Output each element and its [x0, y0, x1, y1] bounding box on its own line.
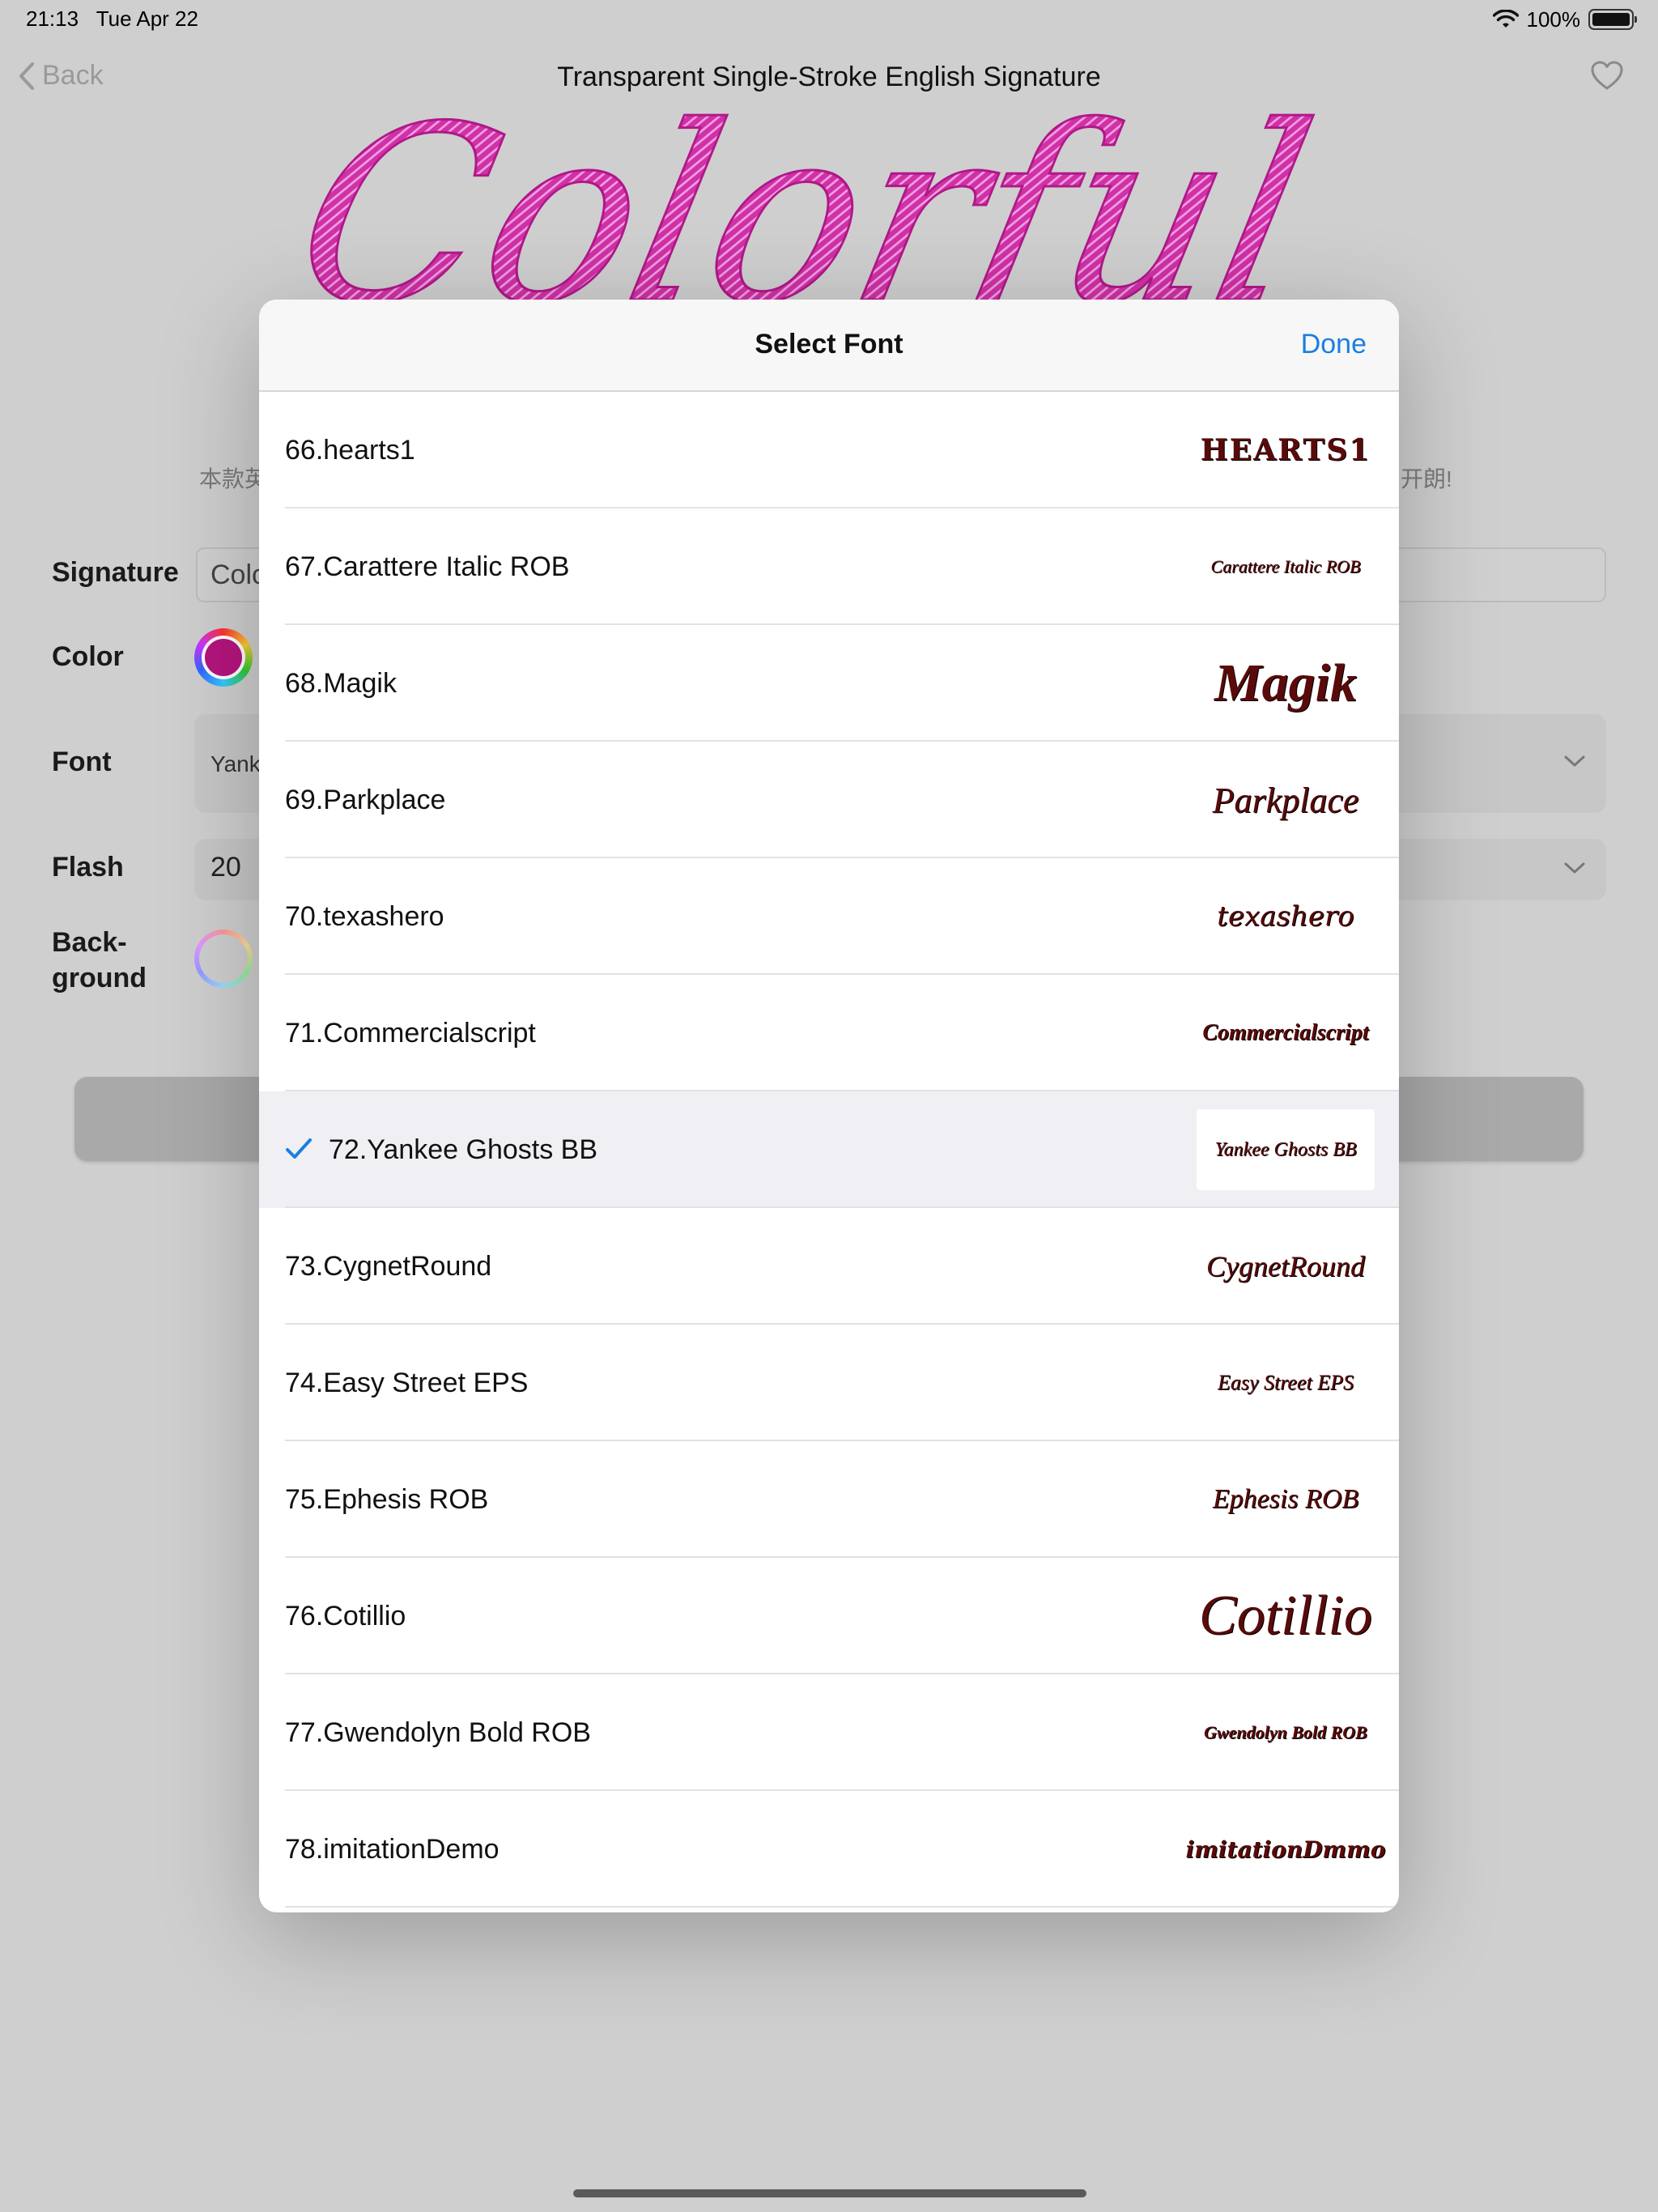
font-list: 66.hearts1 HEARTS1 67.Carattere Italic ROB… — [259, 392, 1399, 1908]
font-list-item-label: 68.Magik — [285, 668, 397, 699]
background-color-swatch — [199, 934, 248, 983]
done-button[interactable]: Done — [1301, 329, 1367, 360]
favorite-button[interactable] — [1590, 60, 1624, 95]
background-color-picker[interactable] — [194, 929, 253, 988]
font-sample-image: texashero — [1197, 876, 1375, 957]
modal-title: Select Font — [755, 329, 903, 359]
font-list-item[interactable]: 77.Gwendolyn Bold ROB Gwendolyn Bold ROB — [259, 1674, 1399, 1791]
status-bar-right: 100% — [1492, 6, 1637, 32]
font-sample-text: Gwendolyn Bold ROB — [1204, 1722, 1367, 1742]
flash-select-value: 20 — [210, 852, 241, 883]
hint-text-right: 开朗! — [1401, 466, 1452, 491]
background-label: Back- ground — [52, 925, 147, 996]
font-list-item-label: 67.Carattere Italic ROB — [285, 551, 570, 582]
battery-icon — [1588, 9, 1637, 30]
signature-preview: Colorful — [0, 113, 1658, 300]
font-list-item[interactable]: 71.Commercialscript Commercialscript — [259, 975, 1399, 1091]
font-list-item[interactable]: 76.Cotillio Cotillio — [259, 1558, 1399, 1674]
font-sample-image: Parkplace — [1197, 759, 1375, 840]
font-sample-text: Easy Street EPS — [1218, 1371, 1354, 1394]
font-list-item[interactable]: 68.Magik Magik — [259, 625, 1399, 742]
status-time: 21:13 — [26, 6, 79, 31]
font-list-item[interactable]: 70.texashero texashero — [259, 858, 1399, 975]
font-sample-image: Easy Street EPS — [1197, 1342, 1375, 1423]
font-list-item[interactable]: 69.Parkplace Parkplace — [259, 742, 1399, 858]
color-picker-ring — [202, 636, 245, 679]
signature-preview-text: Colorful — [276, 113, 1333, 300]
background-label-line1: Back- — [52, 927, 127, 958]
font-sample-text: texashero — [1217, 900, 1354, 933]
font-sample-text: CygnetRound — [1206, 1250, 1365, 1283]
font-list-item-label: 74.Easy Street EPS — [285, 1368, 529, 1398]
color-picker[interactable] — [194, 628, 253, 687]
heart-icon — [1591, 61, 1623, 90]
font-sample-image: Carattere Italic ROB — [1197, 526, 1375, 607]
select-font-modal: Select Font Done 66.hearts1 HEARTS1 67.Car… — [259, 300, 1399, 1912]
color-swatch-dot — [205, 639, 242, 676]
wifi-icon — [1492, 10, 1519, 28]
font-list-item[interactable]: 72.Yankee Ghosts BB Yankee Ghosts BB — [259, 1091, 1399, 1208]
signature-preview-image: Colorful — [274, 113, 1333, 300]
font-list-item-label: 70.texashero — [285, 901, 444, 932]
font-list-item-label: 73.CygnetRound — [285, 1251, 492, 1282]
font-sample-image: Yankee Ghosts BB — [1197, 1109, 1375, 1190]
hint-text-left: 本款英 — [199, 466, 268, 491]
font-sample-text: imitationDmmo — [1185, 1836, 1386, 1863]
font-list-item[interactable]: 67.Carattere Italic ROB Carattere Italic … — [259, 508, 1399, 625]
font-sample-text: Cotillio — [1199, 1585, 1372, 1647]
font-sample-image: imitationDmmo — [1186, 1809, 1386, 1890]
signature-label: Signature — [52, 557, 179, 588]
font-select-value: Yank — [210, 751, 261, 776]
font-list-item-label: 76.Cotillio — [285, 1601, 406, 1631]
font-sample-text: Magik — [1214, 653, 1358, 713]
background-label-line2: ground — [52, 963, 147, 993]
font-list-item-label: 71.Commercialscript — [285, 1018, 536, 1049]
font-sample-text: Ephesis ROB — [1212, 1484, 1359, 1514]
page-title: Transparent Single-Stroke English Signat… — [557, 62, 1101, 92]
font-sample-image: CygnetRound — [1197, 1226, 1375, 1307]
status-date: Tue Apr 22 — [96, 6, 198, 31]
font-list-item-label: 69.Parkplace — [285, 785, 446, 815]
font-sample-image: Cotillio — [1197, 1576, 1375, 1657]
font-sample-text: Commercialscript — [1202, 1020, 1369, 1045]
font-sample-image: HEARTS1 — [1197, 410, 1375, 491]
row-divider — [285, 1906, 1399, 1908]
color-label: Color — [52, 641, 124, 672]
font-list-item-label: 72.Yankee Ghosts BB — [329, 1134, 598, 1165]
font-list-item[interactable]: 66.hearts1 HEARTS1 — [259, 392, 1399, 508]
font-list-item-label: 77.Gwendolyn Bold ROB — [285, 1717, 591, 1748]
font-sample-text: Carattere Italic ROB — [1210, 556, 1361, 576]
font-sample-image: Commercialscript — [1197, 993, 1375, 1074]
font-list-item[interactable]: 73.CygnetRound CygnetRound — [259, 1208, 1399, 1325]
status-bar-time: 21:13 Tue Apr 22 — [26, 6, 198, 32]
font-sample-text: HEARTS1 — [1200, 433, 1371, 467]
checkmark-icon — [286, 1138, 312, 1159]
home-indicator — [573, 2189, 1086, 2197]
font-sample-text: Parkplace — [1212, 780, 1359, 820]
chevron-down-icon — [1564, 862, 1585, 874]
font-list-item-label: 66.hearts1 — [285, 435, 415, 466]
font-list-item[interactable]: 75.Ephesis ROB Ephesis ROB — [259, 1441, 1399, 1558]
modal-header: Select Font Done — [259, 300, 1399, 392]
font-list-item-label: 75.Ephesis ROB — [285, 1484, 489, 1515]
font-sample-image: Gwendolyn Bold ROB — [1197, 1692, 1375, 1773]
chevron-down-icon — [1564, 755, 1585, 767]
font-list-item[interactable]: 78.imitationDemo imitationDmmo — [259, 1791, 1399, 1908]
flash-label: Flash — [52, 852, 124, 883]
battery-percent: 100% — [1526, 6, 1581, 32]
font-list-item-label: 78.imitationDemo — [285, 1834, 500, 1865]
font-sample-text: Yankee Ghosts BB — [1214, 1138, 1357, 1160]
font-list-item[interactable]: 74.Easy Street EPS Easy Street EPS — [259, 1325, 1399, 1441]
font-label: Font — [52, 747, 112, 777]
font-sample-image: Magik — [1197, 643, 1375, 724]
font-sample-image: Ephesis ROB — [1197, 1459, 1375, 1540]
